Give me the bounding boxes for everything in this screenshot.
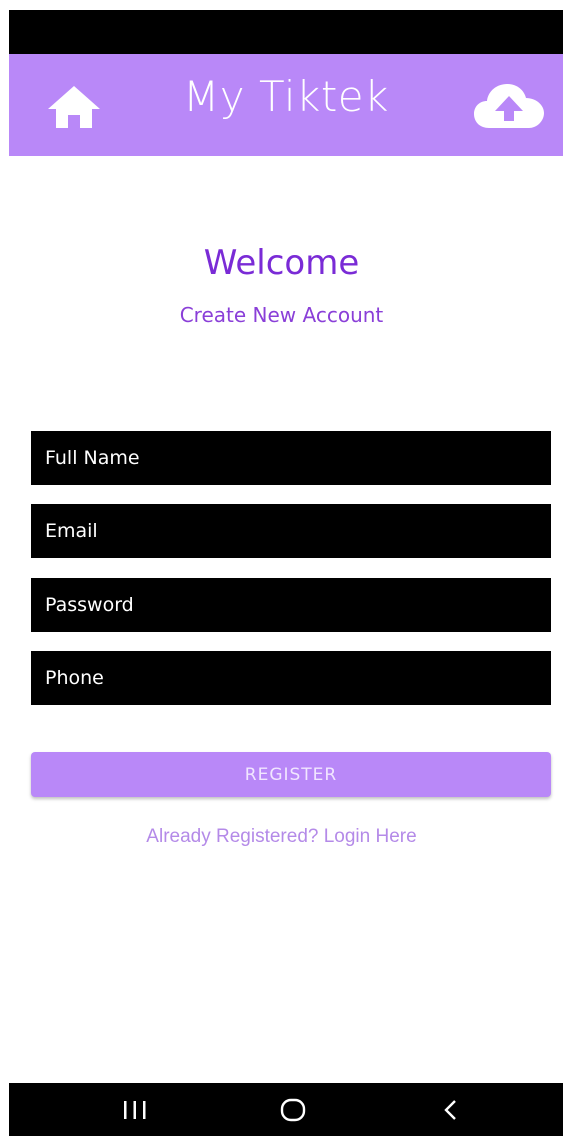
upload-button[interactable] <box>473 82 545 130</box>
app-bar: My Tiktek <box>9 54 563 156</box>
recents-icon <box>124 1101 146 1119</box>
email-field[interactable] <box>31 504 551 558</box>
system-nav-bar <box>9 1083 563 1136</box>
screen: My Tiktek Welcome Create New Account REG… <box>0 0 563 1136</box>
status-bar <box>9 10 563 54</box>
home-nav-button[interactable] <box>273 1097 313 1123</box>
password-input[interactable] <box>31 578 551 632</box>
email-input[interactable] <box>31 504 551 558</box>
back-chevron-icon <box>444 1100 456 1120</box>
password-field[interactable] <box>31 578 551 632</box>
welcome-heading: Welcome <box>203 243 360 283</box>
phone-field[interactable] <box>31 651 551 705</box>
recents-button[interactable] <box>115 1097 155 1123</box>
register-button[interactable]: REGISTER <box>31 752 551 797</box>
full-name-field[interactable] <box>31 431 551 485</box>
phone-input[interactable] <box>31 651 551 705</box>
login-link[interactable]: Already Registered? Login Here <box>0 826 563 848</box>
full-name-input[interactable] <box>31 431 551 485</box>
cloud-upload-icon <box>474 84 544 128</box>
back-button[interactable] <box>431 1097 471 1123</box>
create-account-subtitle: Create New Account <box>179 303 384 327</box>
home-circle-icon <box>280 1098 306 1122</box>
